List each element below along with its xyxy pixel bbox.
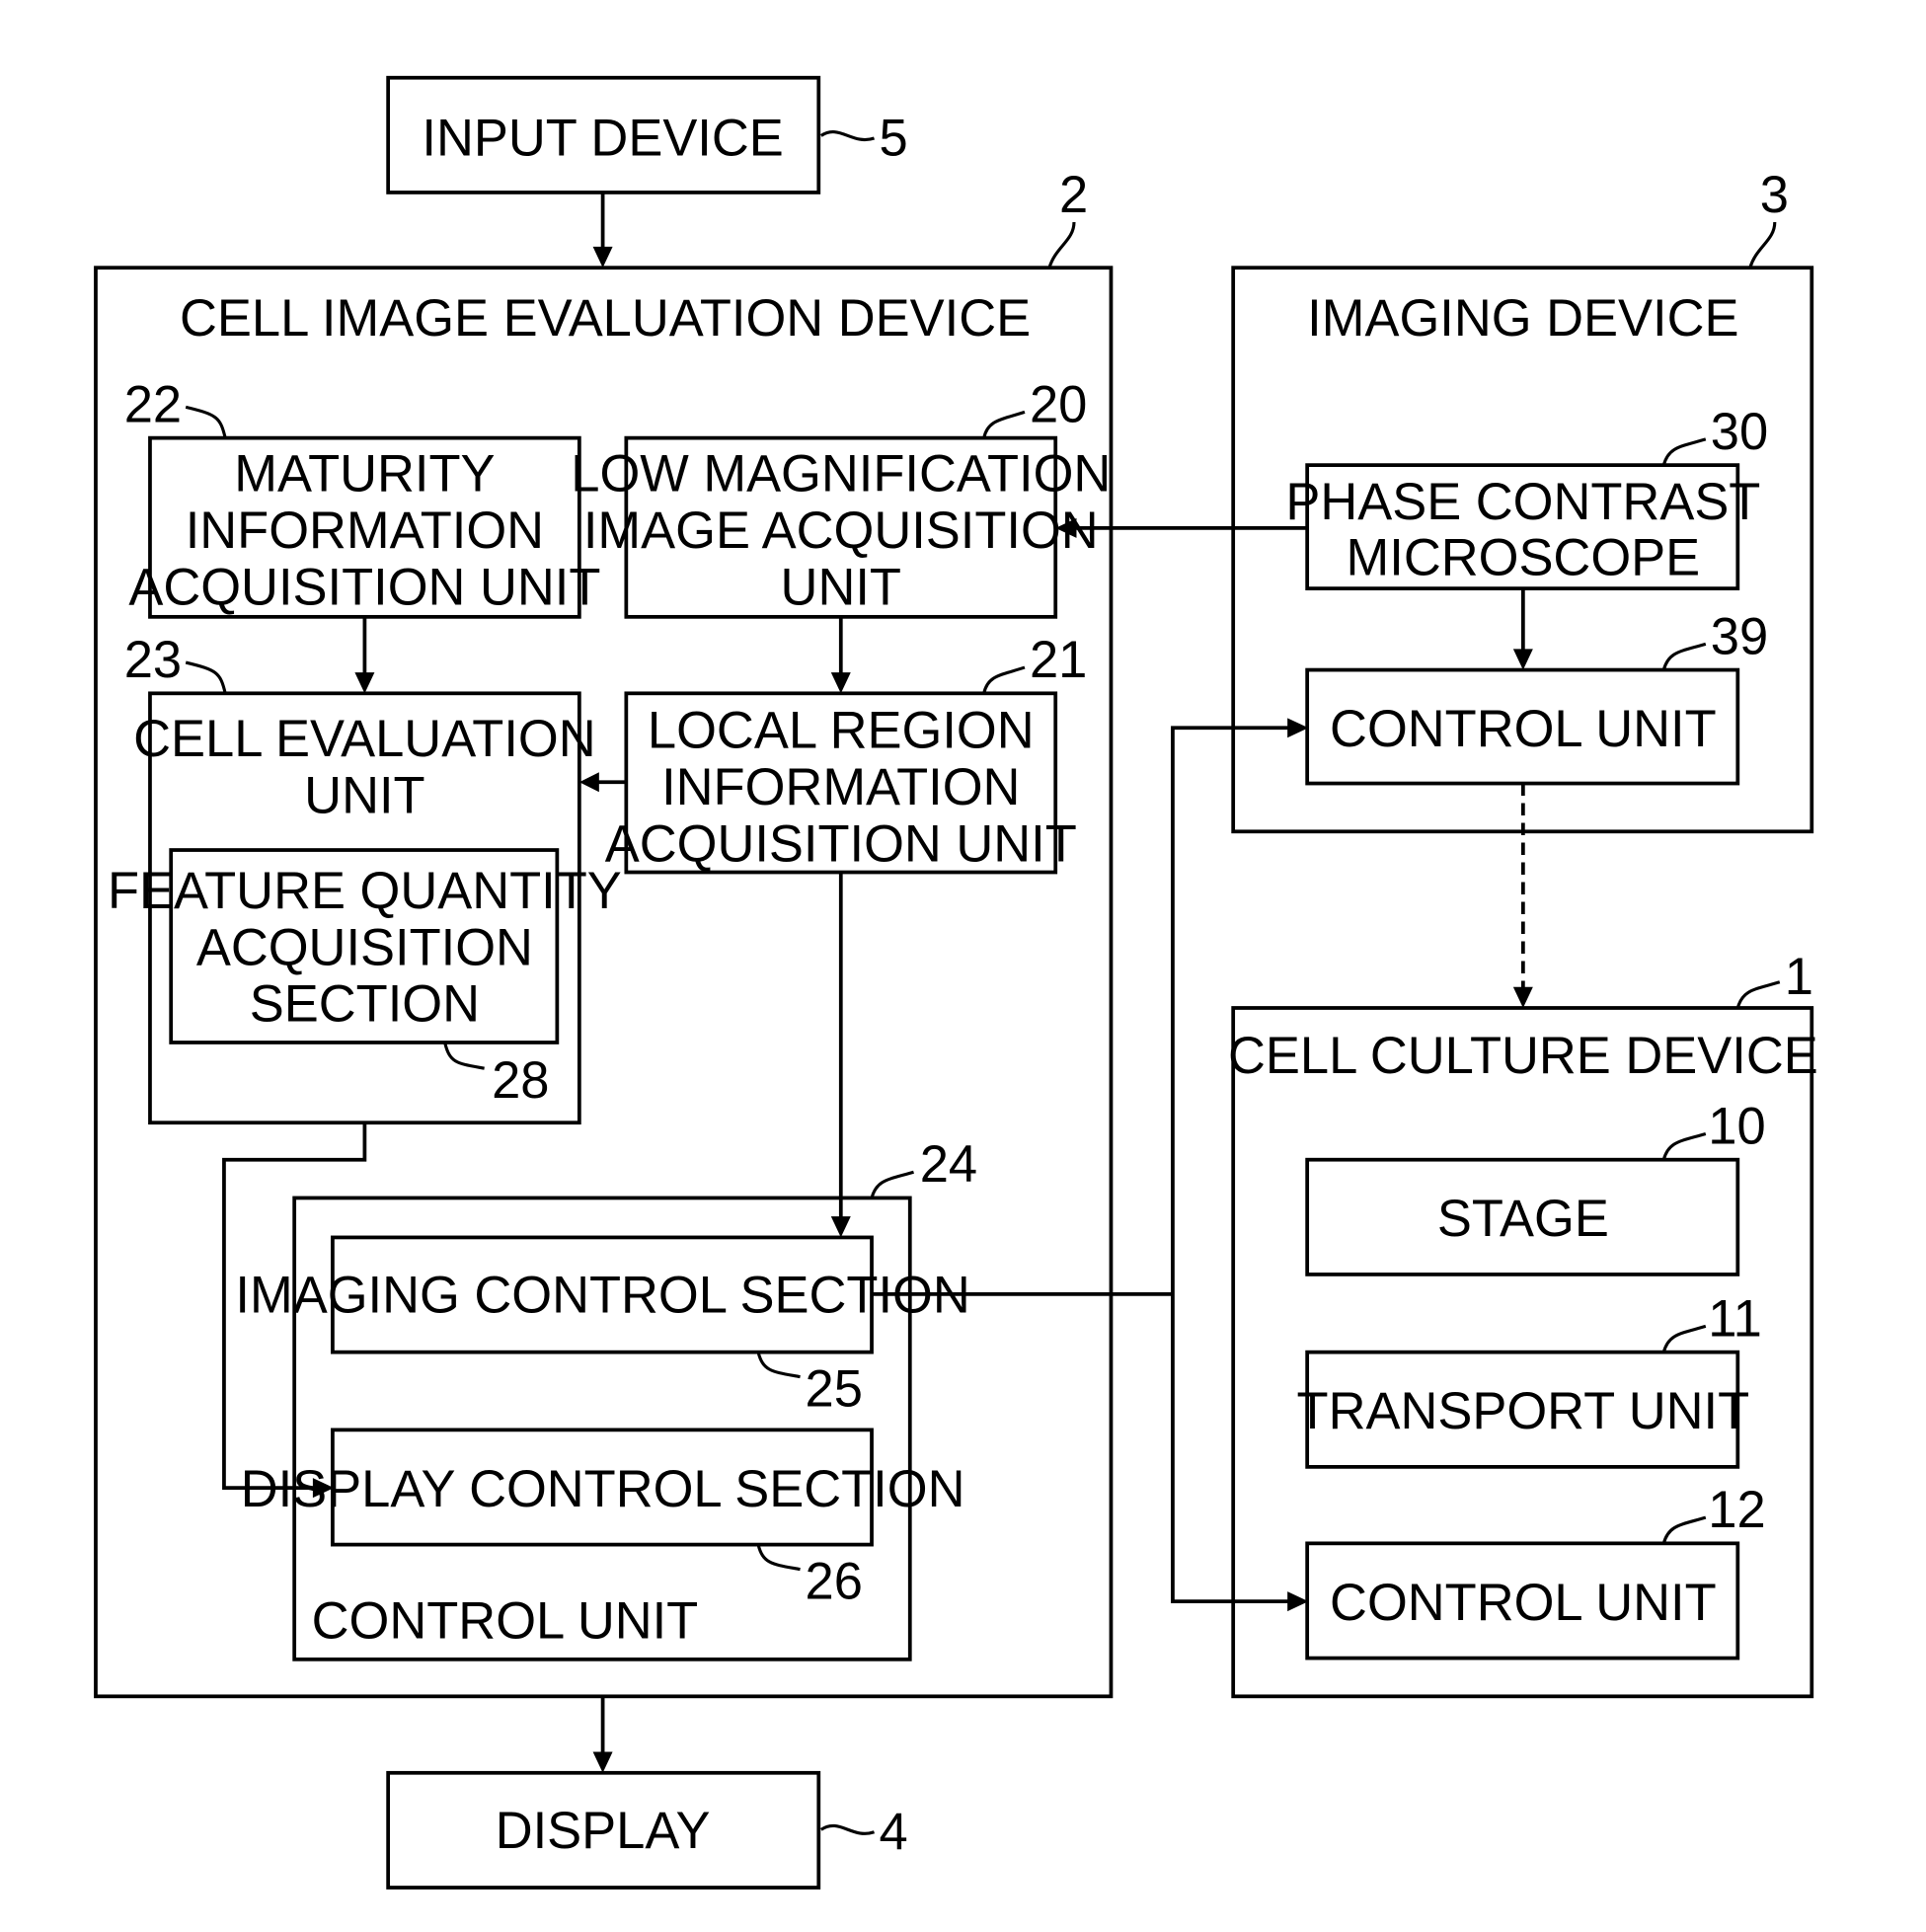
ref-5: 5 [880,109,908,167]
transport-unit-block: TRANSPORT UNIT [1297,1350,1750,1469]
ref-2: 2 [1059,166,1088,224]
control-unit-12-block: CONTROL UNIT [1305,1541,1740,1661]
ref-11: 11 [1708,1289,1761,1348]
local-region-information-acquisition-unit-block: LOCAL REGION INFORMATION ACQUISITION UNI… [605,691,1077,875]
maturity-label-line-3: ACQUISITION UNIT [128,558,600,616]
feature-quantity-acquisition-section-block: FEATURE QUANTITY ACQUISITION SECTION [108,848,622,1044]
cell-culture-device-label: CELL CULTURE DEVICE [1228,1027,1818,1085]
control-unit-12-label: CONTROL UNIT [1330,1574,1717,1632]
ref-23: 23 [124,631,182,689]
stage-block: STAGE [1305,1157,1740,1276]
feature-label-line-2: ACQUISITION [196,918,533,976]
ref-25: 25 [806,1360,863,1419]
display-control-label: DISPLAY CONTROL SECTION [241,1460,965,1518]
ref-28: 28 [492,1051,549,1110]
ref-20: 20 [1030,375,1087,433]
maturity-information-acquisition-unit-block: MATURITY INFORMATION ACQUISITION UNIT [128,435,600,619]
local-label-line-1: LOCAL REGION [648,701,1035,759]
ref-4: 4 [880,1803,908,1861]
cell-eval-label-line-2: UNIT [304,767,424,825]
block-diagram: INPUT DEVICE 5 CELL IMAGE EVALUATION DEV… [94,75,1818,1890]
display-label: DISPLAY [496,1802,711,1860]
phase-contrast-microscope-block: PHASE CONTRAST MICROSCOPE [1285,463,1760,590]
stage-label: STAGE [1437,1190,1609,1248]
ref-21: 21 [1030,631,1087,689]
control-unit-24-label: CONTROL UNIT [312,1592,699,1651]
imaging-control-label: IMAGING CONTROL SECTION [235,1267,969,1325]
low-mag-label-line-3: UNIT [781,558,901,616]
ref-24: 24 [920,1135,977,1194]
phase-contrast-label-line-2: MICROSCOPE [1347,528,1701,586]
feature-label-line-3: SECTION [250,975,480,1034]
input-device-label: INPUT DEVICE [422,109,783,167]
input-device-block: INPUT DEVICE [386,75,821,194]
low-mag-label-line-1: LOW MAGNIFICATION [571,444,1111,502]
ref-10: 10 [1708,1097,1765,1155]
feature-label-line-1: FEATURE QUANTITY [108,862,622,920]
ref-30: 30 [1711,403,1768,461]
transport-label: TRANSPORT UNIT [1297,1382,1750,1440]
maturity-label-line-2: INFORMATION [186,502,544,560]
display-control-section-block: DISPLAY CONTROL SECTION [241,1428,965,1547]
local-label-line-3: ACQUISITION UNIT [605,814,1077,873]
ref-3: 3 [1760,166,1789,224]
control-unit-39-label: CONTROL UNIT [1330,700,1717,758]
phase-contrast-label-line-1: PHASE CONTRAST [1285,473,1760,531]
maturity-label-line-1: MATURITY [234,444,495,502]
low-magnification-image-acquisition-unit-block: LOW MAGNIFICATION IMAGE ACQUISITION UNIT [571,435,1111,619]
cell-image-evaluation-device-label: CELL IMAGE EVALUATION DEVICE [180,289,1031,348]
ref-26: 26 [806,1553,863,1611]
imaging-control-section-block: IMAGING CONTROL SECTION [235,1235,970,1354]
cell-eval-label-line-1: CELL EVALUATION [133,710,595,768]
control-unit-39-block: CONTROL UNIT [1305,667,1740,786]
display-block: DISPLAY [386,1770,821,1890]
ref-39: 39 [1711,607,1768,665]
ref-12: 12 [1708,1481,1765,1539]
ref-1: 1 [1785,948,1813,1006]
local-label-line-2: INFORMATION [661,758,1020,816]
imaging-device-label: IMAGING DEVICE [1307,289,1738,348]
ref-22: 22 [124,375,182,433]
low-mag-label-line-2: IMAGE ACQUISITION [583,502,1099,560]
